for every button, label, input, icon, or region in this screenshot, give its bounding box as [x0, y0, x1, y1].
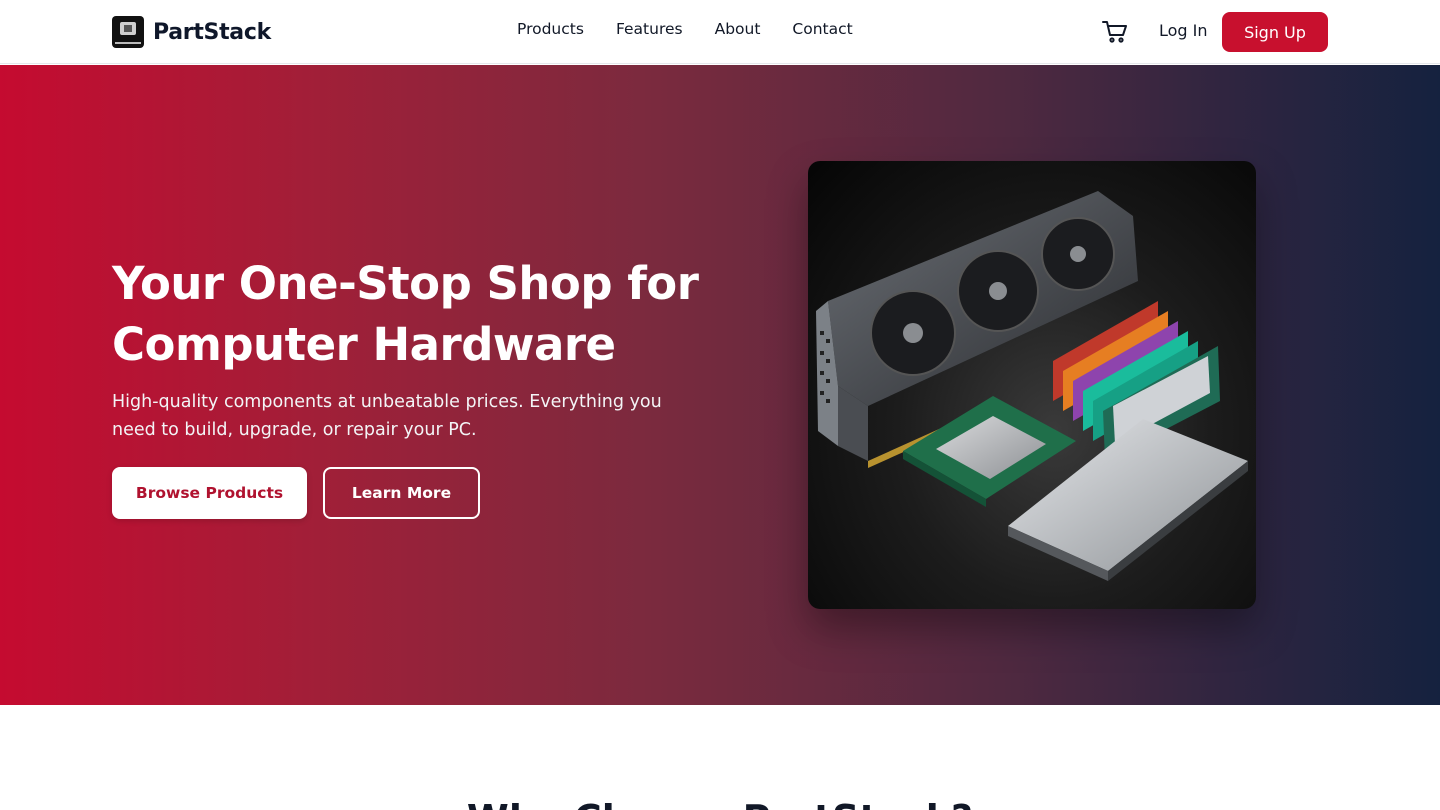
main-nav: Products Features About Contact [517, 20, 853, 38]
cart-icon[interactable] [1102, 20, 1128, 44]
hero-hardware-image [808, 161, 1256, 609]
features-section: Why Choose PartStack? [0, 705, 1440, 810]
hero-section: Your One-Stop Shop for Computer Hardware… [0, 65, 1440, 705]
signup-button[interactable]: Sign Up [1222, 12, 1328, 52]
chip-logo-icon [112, 16, 144, 48]
browse-products-button[interactable]: Browse Products [112, 467, 307, 519]
nav-item-about[interactable]: About [715, 20, 761, 38]
cpu-graphic [903, 396, 1076, 507]
login-link[interactable]: Log In [1159, 21, 1208, 40]
brand-name: PartStack [153, 19, 271, 45]
learn-more-button[interactable]: Learn More [323, 467, 480, 519]
brand-logo[interactable]: PartStack [112, 16, 271, 48]
site-header: PartStack Products Features About Contac… [0, 0, 1440, 64]
hero-title-line1: Your One-Stop Shop for [112, 257, 699, 310]
nav-item-features[interactable]: Features [616, 20, 683, 38]
hero-title: Your One-Stop Shop for Computer Hardware [112, 253, 752, 375]
hero-subtitle: High-quality components at unbeatable pr… [112, 392, 662, 440]
nav-item-contact[interactable]: Contact [792, 20, 852, 38]
section-title: Why Choose PartStack? [0, 797, 1440, 810]
nav-item-products[interactable]: Products [517, 20, 584, 38]
hero-title-line2: Computer Hardware [112, 318, 616, 371]
